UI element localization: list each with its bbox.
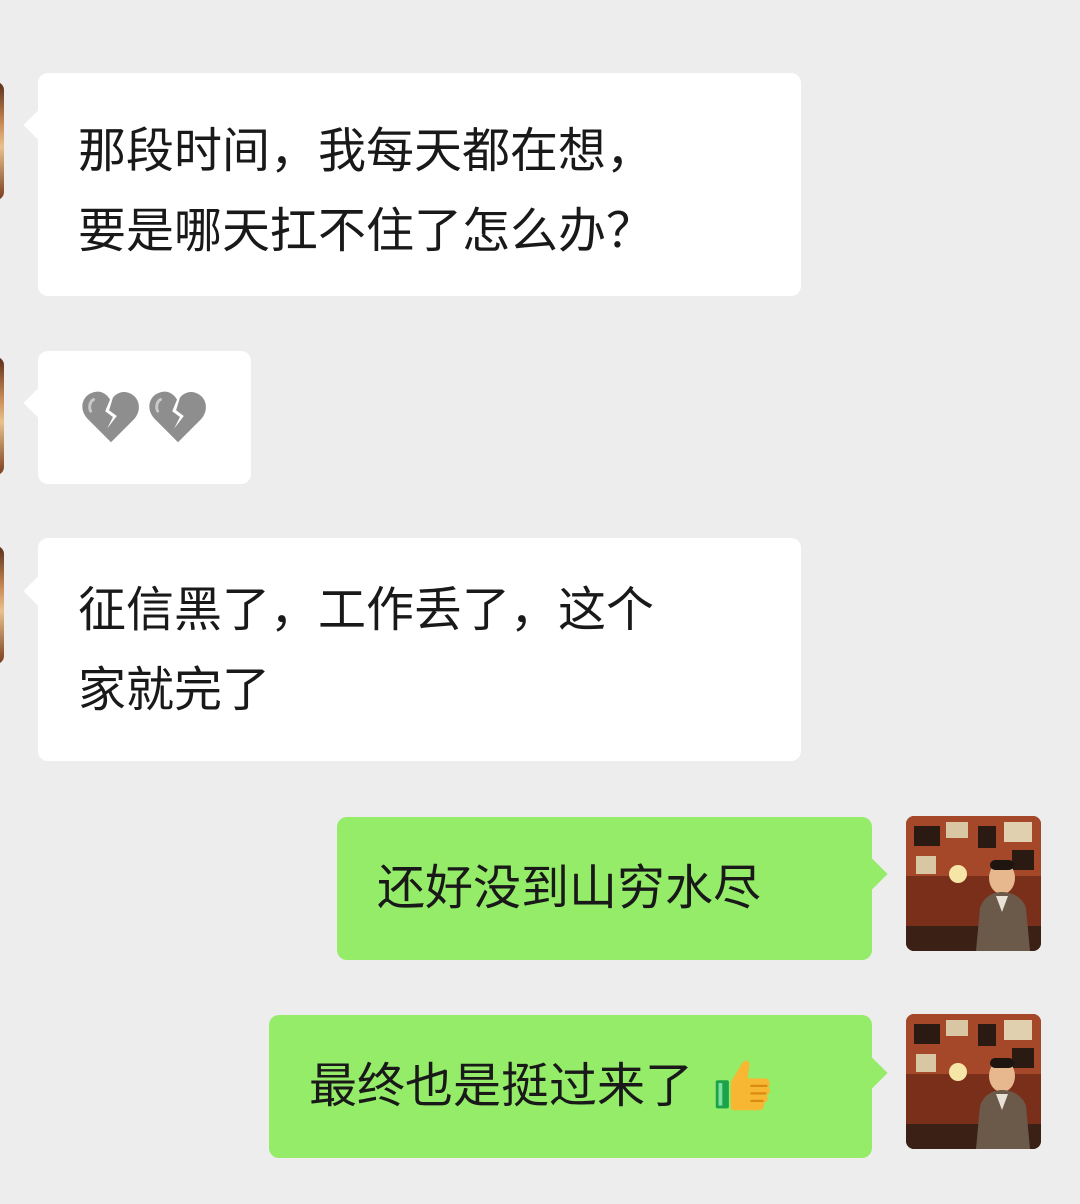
my-avatar[interactable] <box>906 816 1041 951</box>
my-avatar[interactable] <box>906 1014 1041 1149</box>
message-bubble[interactable]: 最终也是挺过来了 <box>269 1015 872 1158</box>
contact-avatar[interactable] <box>0 357 4 475</box>
broken-heart-icon <box>149 391 206 443</box>
contact-avatar[interactable] <box>0 82 4 200</box>
avatar-photo-icon <box>906 1014 1041 1149</box>
message-bubble[interactable]: 征信黑了，工作丢了，这个 家就完了 <box>38 538 801 761</box>
avatar-photo-icon <box>906 816 1041 951</box>
message-bubble[interactable]: 还好没到山穷水尽 <box>337 817 872 960</box>
message-bubble[interactable]: 那段时间，我每天都在想， 要是哪天扛不住了怎么办？ <box>38 73 801 296</box>
message-text-line: 要是哪天扛不住了怎么办？ <box>78 203 655 259</box>
chat-screen: { "messages": [ { "side": "left", "lines… <box>0 0 1080 1204</box>
message-text-line: 家就完了 <box>78 662 271 718</box>
message-bubble[interactable] <box>38 351 251 484</box>
thumbs-up-icon <box>716 1060 771 1111</box>
message-text-line: 那段时间，我每天都在想， <box>78 123 655 179</box>
message-text-line: 征信黑了，工作丢了，这个 <box>78 582 655 638</box>
contact-avatar[interactable] <box>0 546 4 664</box>
broken-heart-icon <box>82 391 139 443</box>
message-text: 最终也是挺过来了 <box>309 1058 694 1114</box>
message-text: 还好没到山穷水尽 <box>377 860 762 916</box>
